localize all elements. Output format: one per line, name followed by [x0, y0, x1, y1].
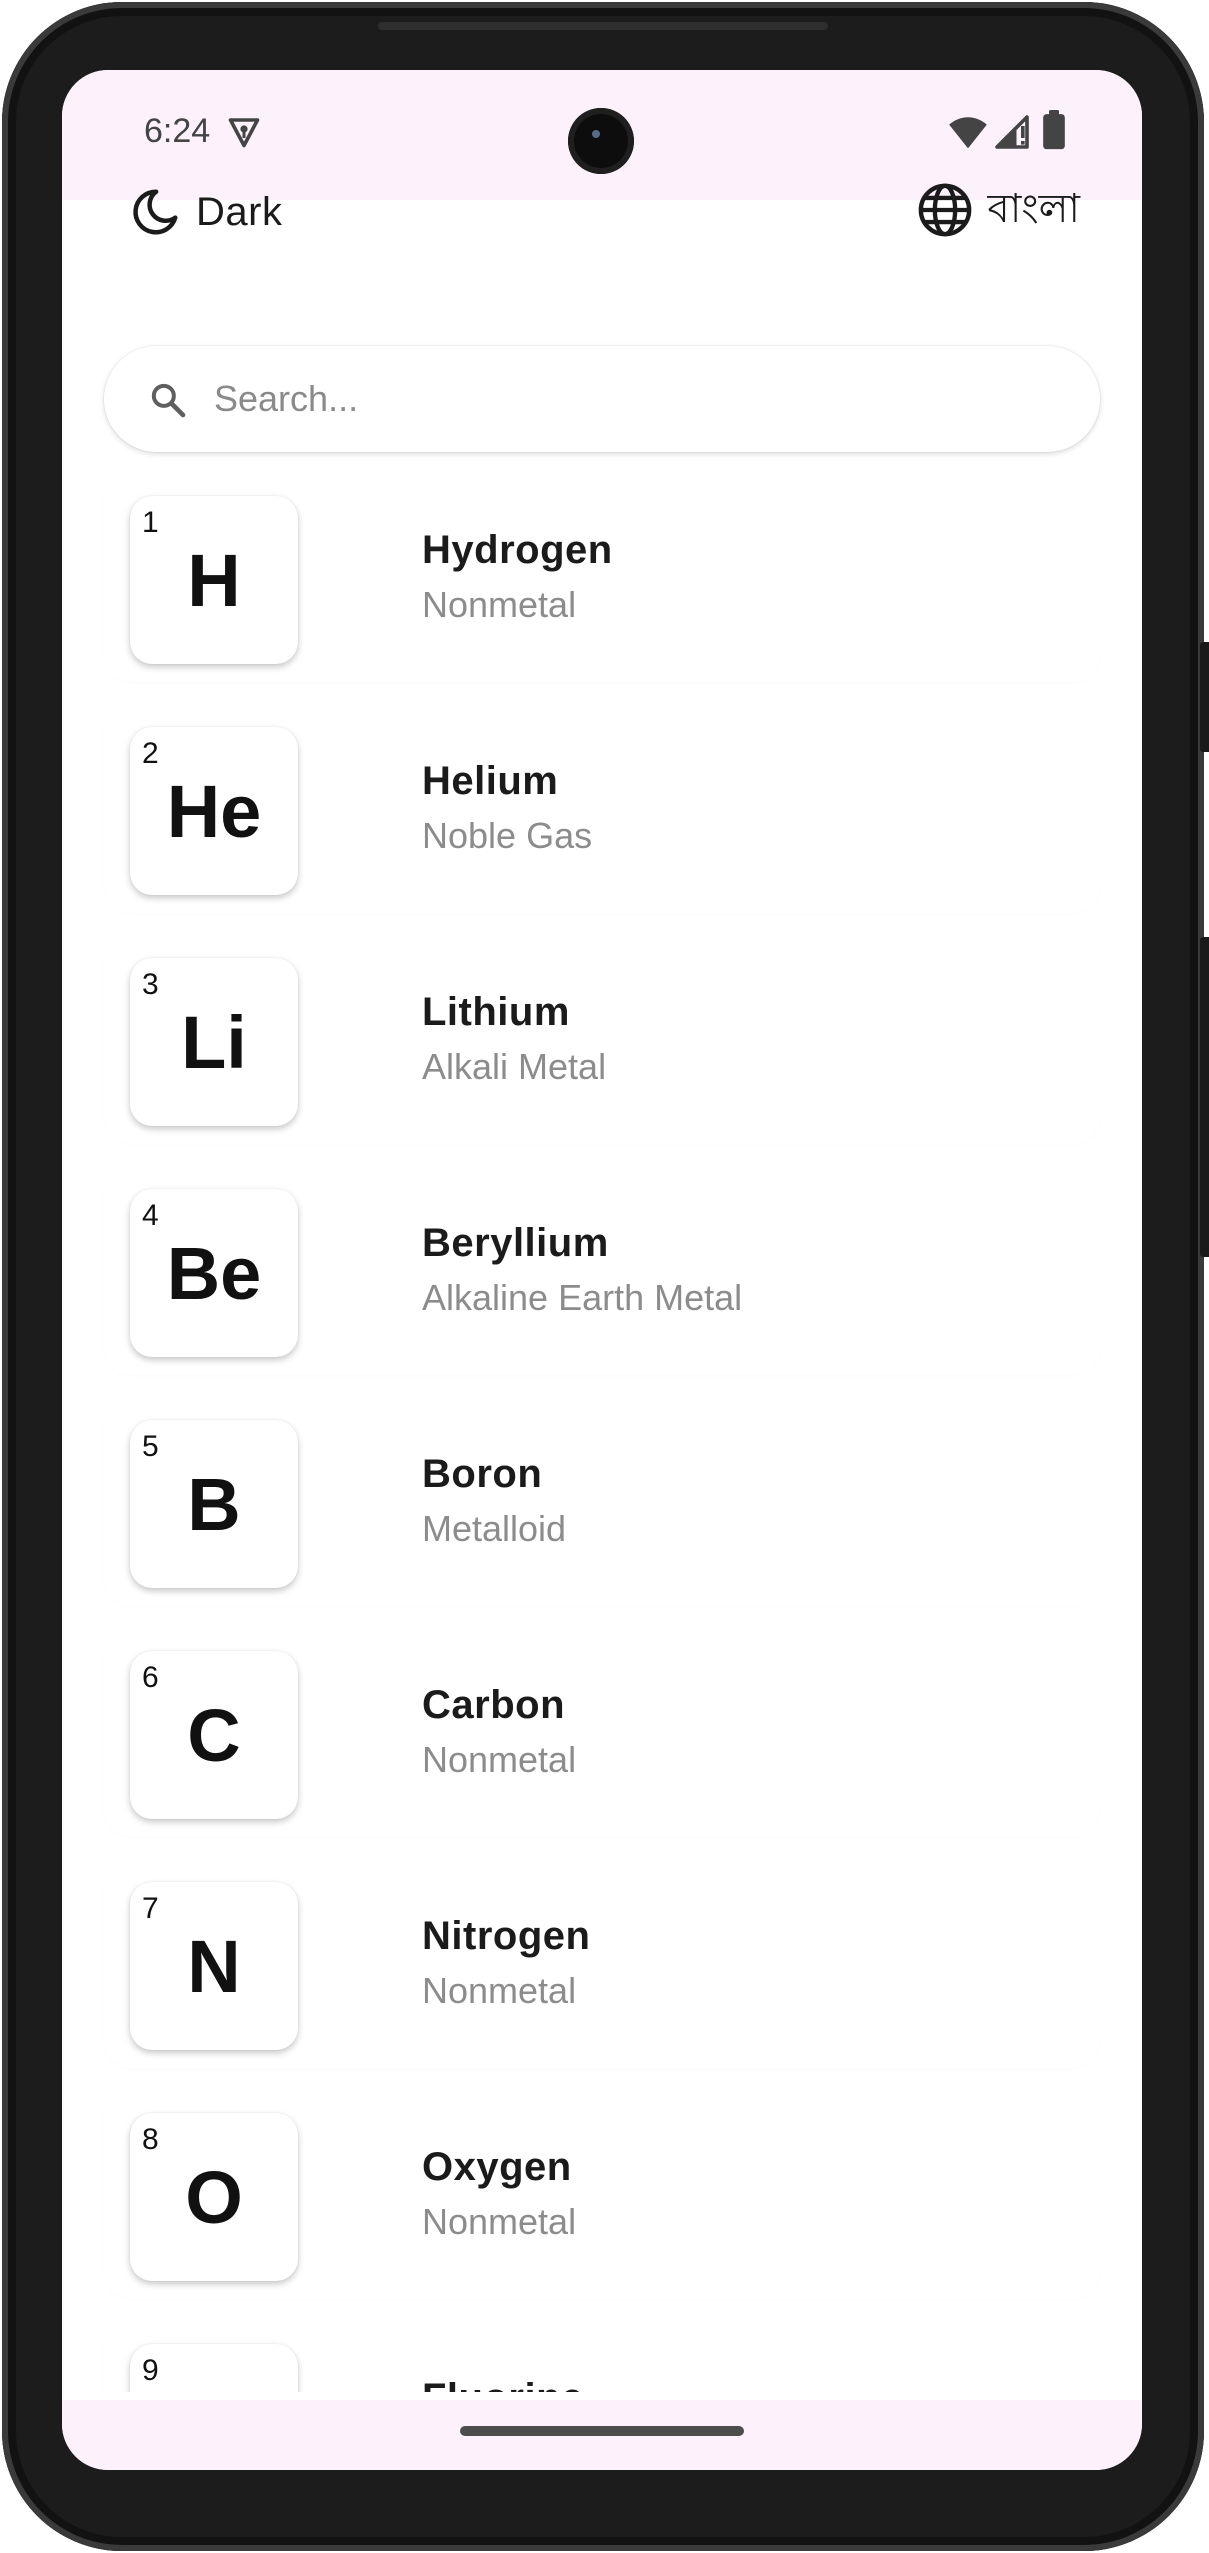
element-name: Nitrogen: [422, 1914, 591, 1958]
theme-toggle-label: Dark: [196, 189, 283, 234]
element-tile: 5 B: [130, 1420, 298, 1588]
element-symbol: Be: [166, 1232, 262, 1315]
language-toggle-button[interactable]: বাংলা: [916, 174, 1080, 246]
atomic-number: 2: [142, 737, 159, 770]
element-row[interactable]: 3 Li Lithium Alkali Metal: [104, 934, 1100, 1144]
element-tile: 6 C: [130, 1651, 298, 1819]
atomic-number: 8: [142, 2123, 159, 2156]
element-category: Alkali Metal: [422, 1046, 607, 1087]
element-name: Lithium: [422, 990, 570, 1034]
element-symbol: H: [187, 539, 241, 622]
element-tile: 7 N: [130, 1882, 298, 2050]
element-row[interactable]: 8 O Oxygen Nonmetal: [104, 2089, 1100, 2299]
element-symbol: He: [166, 770, 262, 853]
phone-frame: 6:24 Dark বাংলা Search... 1 H Hydrogen N…: [2, 2, 1209, 2551]
element-row[interactable]: 1 H Hydrogen Nonmetal: [104, 472, 1100, 682]
element-category: Nonmetal: [422, 584, 577, 625]
element-tile: 8 O: [130, 2113, 298, 2281]
status-time: 6:24: [144, 112, 211, 150]
element-name: Boron: [422, 1452, 543, 1496]
element-name: Carbon: [422, 1683, 565, 1727]
wifi-icon: [949, 117, 987, 149]
atomic-number: 6: [142, 1661, 159, 1694]
element-list[interactable]: 1 H Hydrogen Nonmetal 2 He Helium Noble …: [62, 472, 1142, 2392]
speaker-slot: [378, 22, 828, 30]
element-row[interactable]: 5 B Boron Metalloid: [104, 1396, 1100, 1606]
battery-icon: [1043, 110, 1065, 150]
globe-icon: [918, 183, 971, 237]
atomic-number: 4: [142, 1199, 159, 1232]
search-input[interactable]: [214, 366, 1054, 432]
signal-icon: [995, 115, 1029, 149]
volume-button: [1200, 937, 1209, 1257]
gesture-handle[interactable]: [460, 2426, 744, 2436]
element-name: Helium: [422, 759, 559, 803]
atomic-number: 5: [142, 1430, 159, 1463]
device: 6:24 Dark বাংলা Search... 1 H Hydrogen N…: [0, 0, 1209, 2553]
power-button: [1200, 642, 1209, 752]
search-icon: [151, 383, 186, 418]
language-toggle-label: বাংলা: [987, 186, 1080, 231]
element-tile: 9: [130, 2344, 298, 2392]
atomic-number: 3: [142, 968, 159, 1001]
theme-toggle-button[interactable]: Dark: [128, 180, 282, 244]
element-row[interactable]: 2 He Helium Noble Gas: [104, 703, 1100, 913]
element-row[interactable]: 7 N Nitrogen Nonmetal: [104, 1858, 1100, 2068]
element-category: Nonmetal: [422, 2201, 577, 2242]
element-symbol: C: [187, 1694, 241, 1777]
front-camera: [568, 108, 634, 174]
element-symbol: Li: [181, 1001, 247, 1084]
atomic-number: 9: [142, 2354, 159, 2387]
element-row[interactable]: 6 C Carbon Nonmetal: [104, 1627, 1100, 1837]
element-name: Beryllium: [422, 1221, 609, 1265]
element-tile: 1 H: [130, 496, 298, 664]
element-category: Noble Gas: [422, 815, 593, 856]
element-tile: 2 He: [130, 727, 298, 895]
element-row[interactable]: 4 Be Beryllium Alkaline Earth Metal: [104, 1165, 1100, 1375]
navigation-bar: [62, 2400, 1142, 2470]
element-tile: 4 Be: [130, 1189, 298, 1357]
element-category: Nonmetal: [422, 1739, 577, 1780]
element-category: Nonmetal: [422, 1970, 577, 2011]
element-symbol: B: [187, 1463, 241, 1546]
element-name: Hydrogen: [422, 528, 613, 572]
atomic-number: 7: [142, 1892, 159, 1925]
element-symbol: N: [187, 1925, 241, 2008]
element-name: Oxygen: [422, 2145, 572, 2189]
search-bar[interactable]: [104, 346, 1100, 452]
element-category: Metalloid: [422, 1508, 567, 1549]
atomic-number: 1: [142, 506, 159, 539]
moon-icon: [133, 189, 178, 235]
element-category: Alkaline Earth Metal: [422, 1277, 743, 1318]
app-screen: 6:24 Dark বাংলা Search... 1 H Hydrogen N…: [62, 70, 1142, 2470]
element-tile: 3 Li: [130, 958, 298, 1126]
element-name: Fluorine: [422, 2376, 584, 2392]
element-symbol: O: [185, 2156, 243, 2239]
vpn-key-icon: [228, 118, 260, 148]
element-row[interactable]: 9 Fluorine: [104, 2320, 1100, 2392]
